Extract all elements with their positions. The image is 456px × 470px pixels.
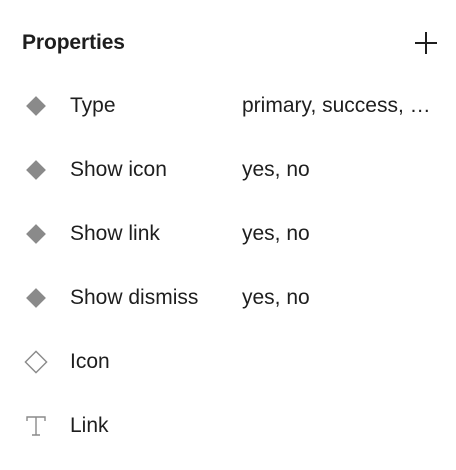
- properties-panel: Properties Type primary, success, warnin…: [0, 0, 456, 470]
- variant-diamond-filled-icon: [23, 157, 49, 183]
- properties-header: Properties: [22, 28, 440, 58]
- property-row-show-icon[interactable]: Show icon yes, no: [0, 138, 456, 202]
- instance-swap-diamond-outline-icon: [23, 349, 49, 375]
- text-T-icon: [23, 413, 49, 439]
- property-row-show-link[interactable]: Show link yes, no: [0, 202, 456, 266]
- property-value: primary, success, warning, danger: [242, 94, 432, 117]
- property-row-icon[interactable]: Icon: [0, 330, 456, 394]
- property-name: Show dismiss: [70, 286, 199, 309]
- property-value: yes, no: [242, 158, 310, 181]
- property-row-type[interactable]: Type primary, success, warning, danger: [0, 74, 456, 138]
- variant-diamond-filled-icon: [23, 93, 49, 119]
- variant-diamond-filled-icon: [23, 221, 49, 247]
- property-name: Type: [70, 94, 116, 117]
- property-name: Show icon: [70, 158, 167, 181]
- property-value: yes, no: [242, 222, 310, 245]
- plus-icon: [415, 32, 437, 54]
- panel-title: Properties: [22, 31, 125, 54]
- property-value: yes, no: [242, 286, 310, 309]
- add-property-button[interactable]: [412, 29, 440, 57]
- property-name: Link: [70, 414, 109, 437]
- property-list: Type primary, success, warning, danger S…: [0, 74, 456, 458]
- property-name: Show link: [70, 222, 160, 245]
- property-row-show-dismiss[interactable]: Show dismiss yes, no: [0, 266, 456, 330]
- variant-diamond-filled-icon: [23, 285, 49, 311]
- property-row-link[interactable]: Link: [0, 394, 456, 458]
- property-name: Icon: [70, 350, 110, 373]
